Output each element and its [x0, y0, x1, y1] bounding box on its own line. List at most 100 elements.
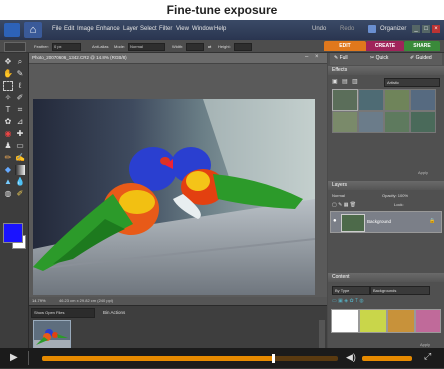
- content-thumbnail[interactable]: [359, 309, 387, 333]
- effects-panel-header[interactable]: Effects: [328, 66, 444, 75]
- opacity-field[interactable]: Opacity: 100%: [382, 193, 408, 198]
- visibility-eye-icon[interactable]: ●: [333, 218, 337, 224]
- zoom-tool-icon[interactable]: ⌕: [15, 57, 25, 67]
- content-apply-button[interactable]: Apply: [420, 342, 430, 347]
- content-thumbnail[interactable]: [415, 309, 441, 333]
- fullscreen-icon[interactable]: ⤢: [424, 351, 431, 362]
- selection-tool-icon[interactable]: [4, 42, 26, 52]
- effect-thumbnail[interactable]: [358, 89, 384, 111]
- red-eye-tool-icon[interactable]: ◉: [3, 129, 13, 139]
- mode-select[interactable]: Normal: [128, 43, 165, 51]
- type-tool-icon[interactable]: T: [3, 105, 13, 115]
- doc-minimize-icon[interactable]: –: [305, 54, 308, 60]
- swap-icon[interactable]: ⇄: [208, 44, 211, 49]
- tab-share[interactable]: SHARE: [404, 41, 440, 51]
- content-panel-header[interactable]: Content: [328, 273, 444, 282]
- effect-thumbnail[interactable]: [410, 111, 436, 133]
- volume-icon[interactable]: ◀): [346, 352, 356, 363]
- menu-window[interactable]: Window: [192, 26, 213, 32]
- effects-apply-button[interactable]: Apply: [418, 170, 428, 175]
- healing-brush-tool-icon[interactable]: ✚: [15, 129, 25, 139]
- minimize-icon[interactable]: _: [412, 25, 420, 33]
- effect-thumbnail[interactable]: [384, 89, 410, 111]
- smart-brush-tool-icon[interactable]: ✍: [15, 153, 25, 163]
- content-thumbnail[interactable]: [331, 309, 359, 333]
- eyedropper-tool-icon[interactable]: ✎: [15, 69, 25, 79]
- photo-effects-icon[interactable]: ▥: [352, 78, 358, 85]
- layer-styles-icon[interactable]: ▤: [342, 78, 348, 85]
- effect-thumbnail[interactable]: [332, 111, 358, 133]
- clone-stamp-tool-icon[interactable]: ♟: [3, 141, 13, 151]
- menu-enhance[interactable]: Enhance: [96, 26, 120, 32]
- foreground-color-swatch[interactable]: [3, 223, 23, 243]
- move-tool-icon[interactable]: ✥: [3, 57, 13, 67]
- hand-tool-icon[interactable]: ✋: [3, 69, 13, 79]
- redo-button[interactable]: Redo: [340, 26, 354, 32]
- undo-button[interactable]: Undo: [312, 26, 326, 32]
- antialias-checkbox-label[interactable]: Anti-alias: [92, 44, 108, 49]
- menu-select[interactable]: Select: [140, 26, 157, 32]
- subtab-guided[interactable]: ✐ Guided: [410, 55, 432, 61]
- crop-tool-icon[interactable]: ⌗: [15, 105, 25, 115]
- feather-input[interactable]: 0 px: [52, 43, 81, 51]
- maximize-icon[interactable]: □: [422, 25, 430, 33]
- cookie-cutter-tool-icon[interactable]: ✿: [3, 117, 13, 127]
- menu-bar: ⌂ File Edit Image Enhance Layer Select F…: [0, 20, 444, 40]
- effect-thumbnail[interactable]: [332, 89, 358, 111]
- blend-mode-select[interactable]: Normal: [332, 193, 345, 198]
- play-icon[interactable]: ▶: [10, 352, 18, 363]
- menu-view[interactable]: View: [176, 26, 189, 32]
- height-input[interactable]: [234, 43, 252, 51]
- doc-close-icon[interactable]: ×: [315, 54, 319, 60]
- effect-thumbnail[interactable]: [384, 111, 410, 133]
- layer-tools-icons[interactable]: ▢ ✎ ▦ 🗑: [332, 202, 356, 208]
- shape-tool-icon[interactable]: ▲: [3, 177, 13, 187]
- show-open-files-select[interactable]: Show Open Files: [31, 308, 95, 318]
- effect-thumbnail[interactable]: [410, 89, 436, 111]
- bin-thumbnail[interactable]: [33, 320, 71, 350]
- pencil-tool-icon[interactable]: ✐: [15, 189, 25, 199]
- filters-icon[interactable]: ▣: [332, 78, 338, 85]
- timeline-track[interactable]: [42, 354, 338, 363]
- sponge-tool-icon[interactable]: ◍: [3, 189, 13, 199]
- effects-filter-select[interactable]: Artistic: [384, 78, 440, 87]
- content-category-select[interactable]: Backgrounds: [370, 286, 430, 295]
- organizer-button[interactable]: Organizer: [380, 26, 406, 32]
- menu-edit[interactable]: Edit: [64, 26, 74, 32]
- brush-tool-icon[interactable]: ✏: [3, 153, 13, 163]
- lasso-tool-icon[interactable]: ℓ: [15, 81, 25, 91]
- magic-wand-tool-icon[interactable]: ✧: [3, 93, 13, 103]
- layer-row-background[interactable]: ● Background 🔒: [330, 211, 442, 233]
- menu-filter[interactable]: Filter: [159, 26, 172, 32]
- paint-bucket-tool-icon[interactable]: ◆: [3, 165, 13, 175]
- tab-create[interactable]: CREATE: [366, 41, 404, 51]
- eraser-tool-icon[interactable]: ▭: [15, 141, 25, 151]
- menu-layer[interactable]: Layer: [123, 26, 138, 32]
- straighten-tool-icon[interactable]: ⊿: [15, 117, 25, 127]
- gradient-tool-icon[interactable]: [15, 165, 25, 175]
- bin-actions-menu[interactable]: Bin Actions: [103, 310, 125, 315]
- marquee-tool-icon[interactable]: [3, 81, 13, 91]
- close-icon[interactable]: ×: [432, 25, 440, 33]
- effects-title: Effects: [332, 67, 348, 73]
- layers-panel-header[interactable]: Layers: [328, 181, 444, 190]
- menu-help[interactable]: Help: [214, 26, 226, 32]
- photo-canvas[interactable]: [33, 99, 315, 295]
- height-label: Height:: [218, 44, 231, 49]
- width-input[interactable]: [186, 43, 204, 51]
- volume-slider[interactable]: [362, 356, 412, 361]
- tab-edit[interactable]: EDIT: [324, 41, 366, 51]
- blur-tool-icon[interactable]: 💧: [15, 177, 25, 187]
- content-type-icons[interactable]: ▭ ▣ ◈ ✿ T ◍: [332, 298, 364, 304]
- bin-scrollbar[interactable]: [319, 320, 325, 350]
- subtab-full[interactable]: ✎ Full: [334, 55, 348, 61]
- quick-selection-tool-icon[interactable]: ✐: [15, 93, 25, 103]
- menu-file[interactable]: File: [52, 26, 62, 32]
- home-icon[interactable]: ⌂: [24, 22, 42, 38]
- subtab-quick[interactable]: ✂ Quick: [370, 55, 388, 61]
- timeline-scrubber[interactable]: [271, 354, 275, 363]
- content-type-select[interactable]: By Type: [332, 286, 370, 295]
- effect-thumbnail[interactable]: [358, 111, 384, 133]
- content-thumbnail[interactable]: [387, 309, 415, 333]
- menu-image[interactable]: Image: [77, 26, 94, 32]
